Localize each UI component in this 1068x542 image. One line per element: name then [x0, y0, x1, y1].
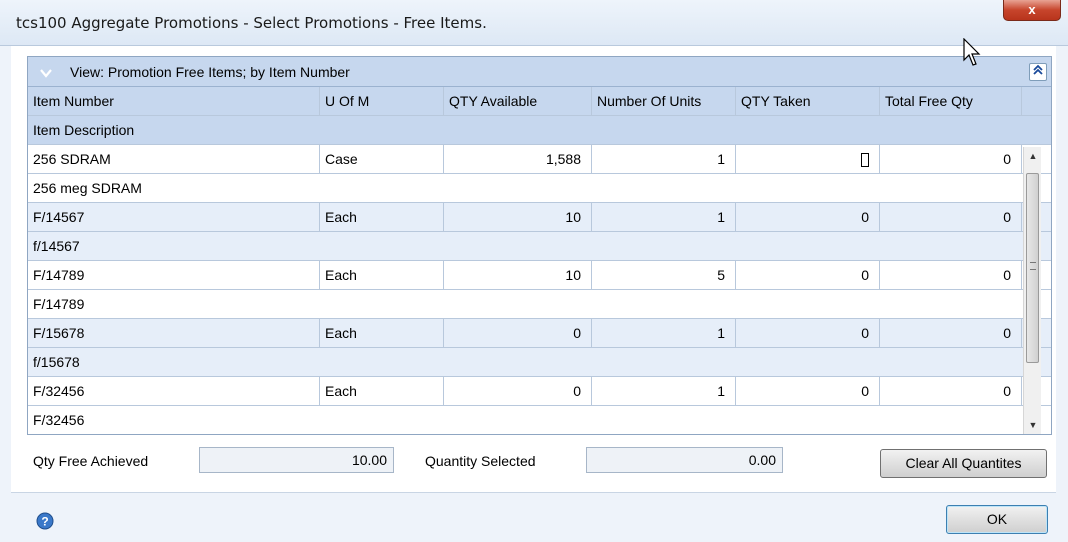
qty-free-achieved-label: Qty Free Achieved: [33, 453, 149, 469]
item-description: f/14567: [33, 238, 80, 254]
uom-cell[interactable]: Each: [320, 261, 444, 289]
qty-available-cell: 10: [444, 261, 592, 289]
uom-cell[interactable]: Each: [320, 377, 444, 405]
promotion-grid: View: Promotion Free Items; by Item Numb…: [27, 56, 1052, 435]
uom-cell[interactable]: Each: [320, 319, 444, 347]
column-header-total-free-qty[interactable]: Total Free Qty: [880, 87, 1022, 115]
total-free-qty-cell: 0: [880, 261, 1022, 289]
qty-taken-input[interactable]: 0: [736, 319, 880, 347]
item-number-cell[interactable]: F/15678: [28, 319, 320, 347]
qty-taken-input[interactable]: 0: [736, 261, 880, 289]
close-button[interactable]: x: [1003, 0, 1061, 21]
table-row[interactable]: F/15678 Each 0 1 0 0: [28, 319, 1051, 348]
vertical-scrollbar[interactable]: ▲ ▼: [1023, 147, 1041, 434]
column-header-qty-available[interactable]: QTY Available: [444, 87, 592, 115]
qty-available-cell: 0: [444, 319, 592, 347]
qty-taken-input[interactable]: 0: [736, 203, 880, 231]
window-title: tcs100 Aggregate Promotions - Select Pro…: [16, 14, 487, 32]
item-number-cell[interactable]: 256 SDRAM: [28, 145, 320, 173]
number-of-units-cell: 5: [592, 261, 736, 289]
description-row: f/14567: [28, 232, 1051, 261]
item-number-cell[interactable]: F/32456: [28, 377, 320, 405]
chevron-down-icon[interactable]: [38, 66, 54, 80]
table-row[interactable]: F/14789 Each 10 5 0 0: [28, 261, 1051, 290]
number-of-units-cell: 1: [592, 319, 736, 347]
item-description: f/15678: [33, 354, 80, 370]
item-description: 256 meg SDRAM: [33, 180, 142, 196]
item-number-cell[interactable]: F/14567: [28, 203, 320, 231]
footer-divider: [11, 492, 1056, 493]
grip-icon: [1030, 262, 1036, 270]
svg-text:?: ?: [41, 515, 48, 529]
column-header-qty-taken[interactable]: QTY Taken: [736, 87, 880, 115]
qty-available-cell: 10: [444, 203, 592, 231]
qty-taken-input[interactable]: [736, 145, 880, 173]
qty-available-cell: 1,588: [444, 145, 592, 173]
title-bar: tcs100 Aggregate Promotions - Select Pro…: [0, 0, 1068, 46]
qty-free-achieved-field: 10.00: [199, 447, 394, 473]
total-free-qty-cell: 0: [880, 203, 1022, 231]
item-number-cell[interactable]: F/14789: [28, 261, 320, 289]
view-bar[interactable]: View: Promotion Free Items; by Item Numb…: [28, 57, 1051, 87]
text-caret: [861, 153, 869, 168]
description-row: 256 meg SDRAM: [28, 174, 1051, 203]
number-of-units-cell: 1: [592, 145, 736, 173]
table-row[interactable]: F/32456 Each 0 1 0 0: [28, 377, 1051, 406]
total-free-qty-cell: 0: [880, 377, 1022, 405]
quantity-selected-label: Quantity Selected: [425, 453, 536, 469]
description-row: f/15678: [28, 348, 1051, 377]
number-of-units-cell: 1: [592, 377, 736, 405]
subheader-row: Item Description: [28, 116, 1051, 145]
table-row[interactable]: F/14567 Each 10 1 0 0: [28, 203, 1051, 232]
ok-button[interactable]: OK: [946, 505, 1048, 534]
total-free-qty-cell: 0: [880, 319, 1022, 347]
item-description: F/14789: [33, 296, 85, 312]
column-header-item-description[interactable]: Item Description: [28, 116, 1051, 144]
table-row[interactable]: 256 SDRAM Case 1,588 1 0: [28, 145, 1051, 174]
mouse-cursor-icon: [963, 38, 981, 66]
number-of-units-cell: 1: [592, 203, 736, 231]
view-label: View: Promotion Free Items; by Item Numb…: [70, 64, 350, 80]
scroll-down-icon[interactable]: ▼: [1024, 416, 1042, 434]
scroll-thumb[interactable]: [1026, 173, 1039, 363]
collapse-icon[interactable]: [1029, 63, 1047, 81]
total-free-qty-cell: 0: [880, 145, 1022, 173]
uom-cell[interactable]: Each: [320, 203, 444, 231]
column-header-uom[interactable]: U Of M: [320, 87, 444, 115]
qty-available-cell: 0: [444, 377, 592, 405]
scroll-up-icon[interactable]: ▲: [1024, 147, 1042, 165]
item-description: F/32456: [33, 412, 85, 428]
uom-cell[interactable]: Case: [320, 145, 444, 173]
help-icon[interactable]: ?: [36, 512, 54, 530]
description-row: F/32456: [28, 406, 1051, 434]
column-header-number-of-units[interactable]: Number Of Units: [592, 87, 736, 115]
clear-all-quantities-button[interactable]: Clear All Quantites: [880, 449, 1047, 478]
qty-taken-input[interactable]: 0: [736, 377, 880, 405]
column-header-item-number[interactable]: Item Number: [28, 87, 320, 115]
column-header-row: Item Number U Of M QTY Available Number …: [28, 87, 1051, 116]
description-row: F/14789: [28, 290, 1051, 319]
quantity-selected-field: 0.00: [586, 447, 783, 473]
